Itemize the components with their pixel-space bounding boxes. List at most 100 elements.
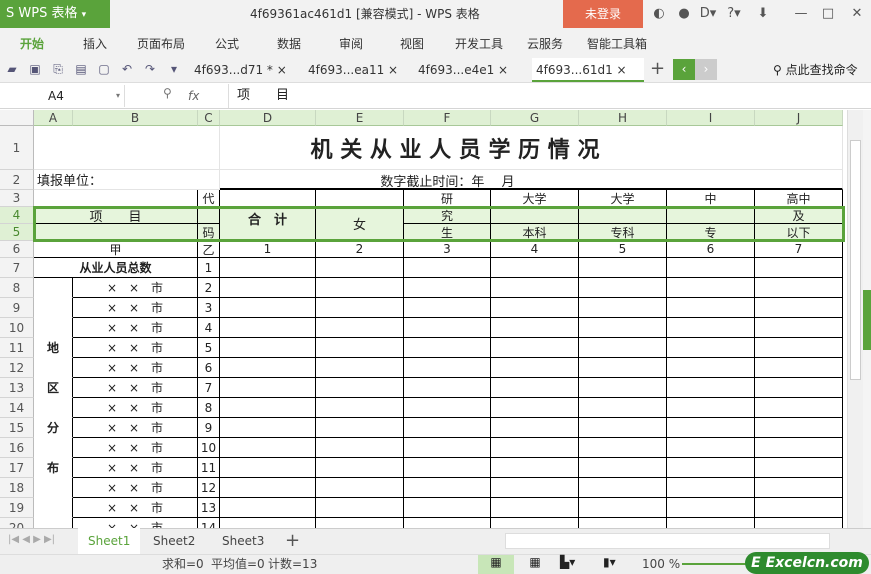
cell[interactable] [220,378,316,398]
cell[interactable] [579,318,667,338]
login-button[interactable]: 未登录 [563,0,643,28]
cell-h5[interactable]: 专科 [579,224,667,241]
cell[interactable] [491,398,579,418]
page-break-view-icon[interactable]: ▦ [520,555,550,569]
cell-i6[interactable]: 6 [667,241,755,258]
cell[interactable] [667,207,755,224]
cell[interactable] [404,498,491,518]
menu-1[interactable]: 插入 [83,28,107,57]
cell[interactable] [404,418,491,438]
cell[interactable] [220,298,316,318]
cell[interactable] [755,398,843,418]
cell[interactable] [491,458,579,478]
cell-code[interactable]: 9 [198,418,220,438]
row-header-13[interactable]: 13 [0,378,34,398]
download-icon[interactable]: ⬇ [752,0,774,28]
column-header-D[interactable]: D [220,110,316,126]
cell[interactable] [404,258,491,278]
maximize-button[interactable]: □ [817,0,839,28]
cell-f5[interactable]: 生 [404,224,491,241]
cell-j6[interactable]: 7 [755,241,843,258]
cell[interactable] [316,418,404,438]
doc-tab[interactable]: 4f693...ea11 × [304,58,414,82]
select-all-corner[interactable] [0,110,34,126]
doc-tab[interactable]: 4f693...61d1 × [532,58,644,82]
command-search[interactable]: ⚲ 点此查找命令 [773,61,858,78]
row-header-14[interactable]: 14 [0,398,34,418]
cell[interactable] [579,518,667,528]
cell[interactable] [667,418,755,438]
cell[interactable] [579,338,667,358]
cell[interactable] [491,278,579,298]
cell-code[interactable]: 2 [198,278,220,298]
cell-e4[interactable]: 女 [316,207,404,241]
cell[interactable] [316,458,404,478]
cell[interactable] [404,438,491,458]
cell[interactable] [316,338,404,358]
sheet-nav-icons[interactable]: |◀ ◀ ▶ ▶| [8,534,55,545]
cell[interactable] [667,498,755,518]
cell[interactable] [579,278,667,298]
cell-a17[interactable]: 布 [34,458,73,478]
cell-c6[interactable]: 乙 [198,241,220,258]
cell-city[interactable]: × × 市 [73,518,198,528]
column-header-F[interactable]: F [404,110,491,126]
row-header-20[interactable]: 20 [0,518,34,528]
cell[interactable] [667,258,755,278]
reading-mode-icon[interactable]: ▙▾ [560,555,575,569]
cell[interactable] [755,438,843,458]
cell[interactable] [491,478,579,498]
cell-g5[interactable]: 本科 [491,224,579,241]
cell-a7[interactable]: 从业人员总数 [34,258,198,278]
column-header-G[interactable]: G [491,110,579,126]
doc-tab[interactable]: 4f693...e4e1 × [414,58,524,82]
cell[interactable] [34,224,198,241]
cell[interactable] [667,378,755,398]
cell[interactable] [404,338,491,358]
cell-j5[interactable]: 以下 [755,224,843,241]
cell-code[interactable]: 3 [198,298,220,318]
cell-g3[interactable]: 大学 [491,190,579,207]
cell-city[interactable]: × × 市 [73,398,198,418]
cell-j3[interactable]: 高中 [755,190,843,207]
feedback-icon[interactable]: D▾ [697,0,719,28]
cell[interactable] [667,298,755,318]
cell-code[interactable]: 11 [198,458,220,478]
cell-city[interactable]: × × 市 [73,378,198,398]
row-header-17[interactable]: 17 [0,458,34,478]
horizontal-scrollbar[interactable] [505,533,830,549]
cell-e6[interactable]: 2 [316,241,404,258]
undo-icon[interactable]: ↶ [119,61,135,77]
cell[interactable] [34,398,73,418]
cell[interactable] [491,207,579,224]
column-header-J[interactable]: J [755,110,843,126]
cell[interactable] [579,207,667,224]
cell-city[interactable]: × × 市 [73,478,198,498]
cell-code[interactable]: 8 [198,398,220,418]
cell-code[interactable]: 5 [198,338,220,358]
cell-c7[interactable]: 1 [198,258,220,278]
cell-city[interactable]: × × 市 [73,438,198,458]
cell[interactable] [316,478,404,498]
cell[interactable] [220,398,316,418]
row-header-19[interactable]: 19 [0,498,34,518]
menu-8[interactable]: 云服务 [527,28,563,57]
cell[interactable] [667,458,755,478]
menu-2[interactable]: 页面布局 [137,28,185,57]
cell[interactable] [220,438,316,458]
cell-j4[interactable]: 及 [755,207,843,224]
cell[interactable] [316,378,404,398]
scroll-thumb[interactable] [850,140,861,380]
cell-city[interactable]: × × 市 [73,498,198,518]
cell-city[interactable]: × × 市 [73,278,198,298]
cell[interactable] [667,438,755,458]
cell[interactable] [34,190,198,207]
cell[interactable] [755,478,843,498]
cell[interactable] [579,378,667,398]
row-header-18[interactable]: 18 [0,478,34,498]
cell[interactable] [404,518,491,528]
zoom-formula-icon[interactable]: ⚲ [163,86,172,100]
row-header-15[interactable]: 15 [0,418,34,438]
cell[interactable] [220,338,316,358]
cell[interactable] [579,478,667,498]
